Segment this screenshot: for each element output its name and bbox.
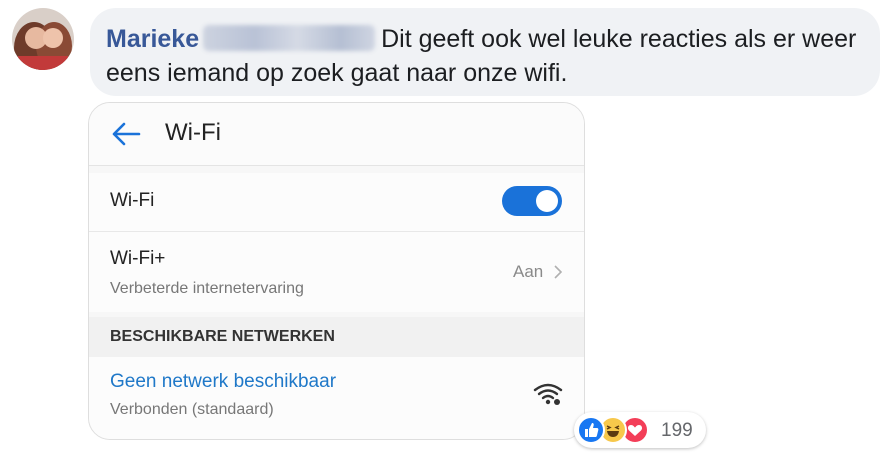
wifiplus-label: Wi-Fi+ bbox=[110, 248, 166, 269]
page-title: Wi-Fi bbox=[165, 119, 221, 146]
reaction-count: 199 bbox=[661, 420, 693, 441]
wifiplus-value: Aan bbox=[513, 262, 544, 281]
comment-author[interactable]: Marieke bbox=[106, 25, 199, 53]
wifi-toggle[interactable] bbox=[502, 186, 562, 216]
blurred-surname bbox=[203, 25, 376, 51]
like-icon bbox=[577, 416, 605, 444]
app-bar: Wi-Fi bbox=[89, 103, 584, 166]
wifi-label: Wi-Fi bbox=[110, 190, 155, 211]
avatar-photo bbox=[12, 8, 74, 70]
wifi-signal-icon bbox=[533, 383, 563, 405]
comment-bubble: Marieke Dit geeft ook wel leuke reacties … bbox=[90, 8, 880, 96]
avatar[interactable] bbox=[12, 8, 74, 70]
network-status: Verbonden (standaard) bbox=[110, 401, 274, 418]
network-row[interactable]: Geen netwerk beschikbaar Verbonden (stan… bbox=[89, 357, 584, 439]
wifiplus-subtitle: Verbeterde internetervaring bbox=[110, 280, 304, 297]
chevron-right-icon bbox=[554, 265, 563, 279]
section-header: BESCHIKBARE NETWERKEN bbox=[89, 317, 584, 357]
attached-screenshot[interactable]: Wi-Fi Wi-Fi Wi-Fi+ Verbeterde interneter… bbox=[88, 102, 585, 440]
wifi-setting-row[interactable]: Wi-Fi bbox=[89, 173, 584, 232]
reactions-summary[interactable]: 199 bbox=[574, 412, 706, 448]
back-arrow-icon[interactable] bbox=[111, 121, 141, 147]
network-name: Geen netwerk beschikbaar bbox=[110, 371, 337, 392]
section-header-label: BESCHIKBARE NETWERKEN bbox=[110, 328, 335, 345]
wifiplus-setting-row[interactable]: Wi-Fi+ Verbeterde internetervaring Aan bbox=[89, 232, 584, 312]
toggle-knob bbox=[536, 190, 558, 212]
